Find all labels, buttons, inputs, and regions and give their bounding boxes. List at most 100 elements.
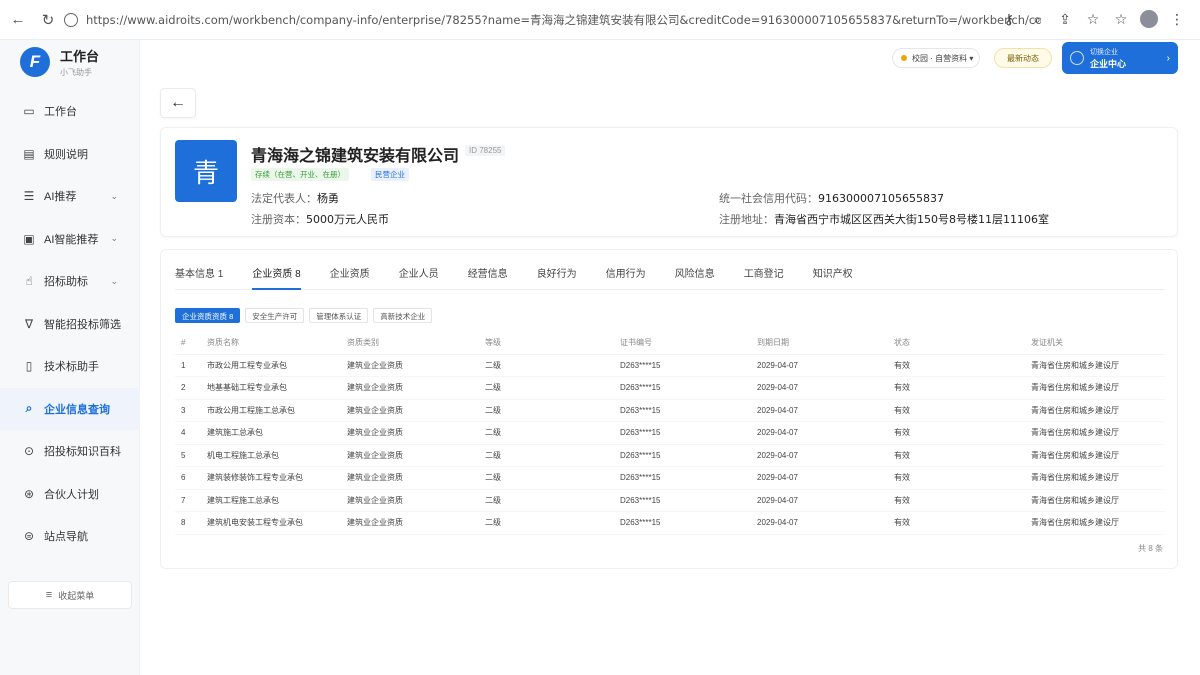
sidebar-item-4[interactable]: ☝ 招标助标 ⌄ [0, 260, 140, 303]
tab-6[interactable]: 信用行为 [606, 266, 646, 290]
sidebar-item-2[interactable]: ☰ AI推荐 ⌄ [0, 175, 140, 218]
tab-1[interactable]: 企业资质 8 [252, 266, 301, 290]
column-header: # [175, 332, 207, 355]
sidebar-item-7[interactable]: ⌕ 企业信息查询 [0, 387, 140, 430]
table-cell: D263****15 [620, 399, 757, 422]
sidebar-item-label: 技术标助手 [44, 361, 99, 374]
table-cell: 二级 [485, 466, 620, 490]
legal-rep-value: 杨勇 [317, 192, 339, 205]
sidebar-item-5[interactable]: ∇ 智能招投标筛选 [0, 303, 140, 346]
table-cell: 建筑业企业资质 [347, 354, 485, 377]
key-icon[interactable]: ⚷ [1000, 11, 1018, 28]
table-row[interactable]: 8 建筑机电安装工程专业承包 建筑业企业资质 二级 D263****15 2029-04-… [175, 511, 1165, 535]
table-cell: 2029-04-07 [757, 444, 894, 467]
subtab-3[interactable]: 高新技术企业 [373, 308, 433, 323]
capital-value: 5000万元人民币 [306, 213, 389, 226]
address-value: 青海省西宁市城区区西关大街150号8号楼11层11106室 [774, 213, 1049, 226]
news-label: 最新动态 [1007, 53, 1039, 63]
credit-code-label: 统一社会信用代码： [719, 192, 818, 205]
table-row[interactable]: 4 建筑施工总承包 建筑业企业资质 二级 D263****15 2029-04-07 有效青… [175, 421, 1165, 445]
sidebar-item-label: 规则说明 [44, 148, 88, 161]
menu-kebab-icon[interactable]: ⋮ [1168, 11, 1186, 28]
extensions-star-icon[interactable]: ☆ [1112, 11, 1130, 28]
table-cell: 2029-04-07 [757, 421, 894, 445]
tab-5[interactable]: 良好行为 [537, 266, 577, 290]
sidebar-item-3[interactable]: ▣ AI智能推荐 ⌄ [0, 218, 140, 261]
sidebar-item-6[interactable]: ▯ 技术标助手 [0, 345, 140, 388]
table-cell: 建筑装修装饰工程专业承包 [207, 466, 347, 490]
sidebar-item-10[interactable]: ⊜ 站点导航 [0, 515, 140, 558]
subtab-2[interactable]: 管理体系认证 [309, 308, 369, 323]
status-dot-icon [901, 55, 907, 61]
tab-2[interactable]: 企业资质 [330, 266, 370, 290]
chevron-down-icon: ⌄ [110, 275, 118, 286]
table-cell: 建筑工程施工总承包 [207, 489, 347, 512]
table-row[interactable]: 2 地基基础工程专业承包 建筑业企业资质 二级 D263****15 2029-04-07… [175, 376, 1165, 400]
table-cell: 建筑业企业资质 [347, 444, 485, 467]
table-row[interactable]: 7 建筑工程施工总承包 建筑业企业资质 二级 D263****15 2029-04-07 有… [175, 489, 1165, 512]
company-name: 青海海之锦建筑安装有限公司 [251, 146, 460, 165]
table-cell: 青海省住房和城乡建设厅 [1031, 511, 1165, 535]
brand-subtitle: 小飞助手 [60, 68, 92, 77]
table-cell: 二级 [485, 421, 620, 445]
table-cell: 有效 [894, 421, 1031, 445]
site-info-icon[interactable] [64, 13, 78, 27]
user-line1: 切换企业 [1090, 48, 1118, 56]
share-icon[interactable]: ⇪ [1056, 11, 1074, 28]
address-bar[interactable]: https://www.aidroits.com/workbench/compa… [56, 8, 1041, 32]
tab-bar: 基本信息 1 企业资质 8 企业资质 企业人员 经营信息 良好行为 信用行为 风险信息 工商登记… [175, 266, 1165, 290]
table-cell: 2029-04-07 [757, 376, 894, 400]
table-cell: 地基基础工程专业承包 [207, 376, 347, 400]
brand[interactable]: F 工作台 小飞助手 [20, 46, 99, 78]
hand-icon: ☝ [25, 274, 33, 289]
back-button[interactable]: ← [160, 88, 196, 118]
table-cell: 有效 [894, 354, 1031, 377]
table-row[interactable]: 3 市政公用工程施工总承包 建筑业企业资质 二级 D263****15 2029-04-0… [175, 399, 1165, 422]
bookmark-star-icon[interactable]: ☆ [1084, 11, 1102, 28]
chat-icon: ⊙ [23, 444, 35, 459]
table-cell: D263****15 [620, 421, 757, 445]
tab-9[interactable]: 知识产权 [813, 266, 853, 290]
org-selector[interactable]: 校园 · 自营资料 ▾ [892, 48, 980, 68]
sidebar-item-1[interactable]: ▤ 规则说明 [0, 133, 140, 176]
tab-0[interactable]: 基本信息 1 [175, 266, 223, 290]
subtab-0[interactable]: 企业资质资质 8 [175, 308, 241, 323]
tab-7[interactable]: 风险信息 [675, 266, 715, 290]
sidebar-item-0[interactable]: ▭ 工作台 [0, 90, 140, 133]
sidebar-item-label: AI推荐 [44, 191, 77, 204]
user-center-button[interactable]: 切换企业 企业中心 › [1062, 42, 1178, 74]
navigation-icon: ⊜ [23, 529, 35, 544]
partner-icon: ⊛ [23, 486, 35, 501]
table-cell: 5 [175, 444, 207, 467]
zoom-icon[interactable]: ⌕ [1028, 11, 1046, 28]
news-button[interactable]: 最新动态 [994, 48, 1052, 68]
table-cell: 市政公用工程专业承包 [207, 354, 347, 377]
table-cell: D263****15 [620, 376, 757, 400]
tab-3[interactable]: 企业人员 [399, 266, 439, 290]
sidebar: F 工作台 小飞助手 ▭ 工作台 ▤ 规则说明 ☰ AI推荐 ⌄ ▣ AI智能推荐 ⌄ ☝ 招标助标 ⌄… [0, 40, 140, 675]
sidebar-item-label: 智能招投标筛选 [44, 318, 121, 331]
table-cell: 建筑业企业资质 [347, 466, 485, 490]
collapse-menu-button[interactable]: ≡ 收起菜单 [8, 581, 132, 609]
sidebar-item-9[interactable]: ⊛ 合伙人计划 [0, 473, 140, 516]
sidebar-item-8[interactable]: ⊙ 招投标知识百科 [0, 430, 140, 473]
table-cell: 二级 [485, 354, 620, 377]
tab-8[interactable]: 工商登记 [744, 266, 784, 290]
table-row[interactable]: 1 市政公用工程专业承包 建筑业企业资质 二级 D263****15 2029-04-07… [175, 354, 1165, 377]
subtab-bar: 企业资质资质 8 安全生产许可 管理体系认证 高新技术企业 [175, 308, 433, 323]
table-cell: 2029-04-07 [757, 354, 894, 377]
subtab-1[interactable]: 安全生产许可 [245, 308, 305, 323]
address-row: 注册地址：青海省西宁市城区区西关大街150号8号楼11层11106室 [719, 211, 1049, 227]
table-cell: 有效 [894, 466, 1031, 490]
profile-avatar[interactable] [1140, 10, 1158, 28]
table-cell: 2029-04-07 [757, 466, 894, 490]
company-card: 青 青海海之锦建筑安装有限公司 ID 78255 存续（在营、开业、在册） 民营… [160, 127, 1178, 237]
tab-4[interactable]: 经营信息 [468, 266, 508, 290]
back-arrow-icon[interactable]: ← [6, 8, 30, 32]
table-row[interactable]: 6 建筑装修装饰工程专业承包 建筑业企业资质 二级 D263****15 2029-04-… [175, 466, 1165, 490]
column-header: 证书编号 [620, 332, 757, 355]
table-row[interactable]: 5 机电工程施工总承包 建筑业企业资质 二级 D263****15 2029-04-07 有… [175, 444, 1165, 467]
brand-title: 工作台 [60, 49, 100, 64]
url-text: https://www.aidroits.com/workbench/compa… [86, 13, 1041, 27]
table-cell: 机电工程施工总承包 [207, 444, 347, 467]
